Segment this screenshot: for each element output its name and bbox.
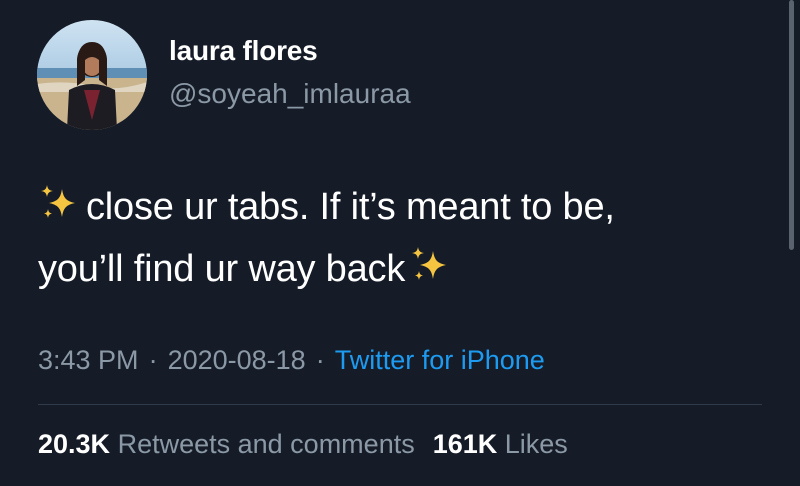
likes-label: Likes	[504, 429, 568, 459]
divider	[38, 404, 762, 405]
tweet-meta: 3:43 PM · 2020-08-18 · Twitter for iPhone	[38, 340, 545, 380]
avatar[interactable]	[37, 20, 147, 130]
sparkles-icon	[41, 185, 75, 218]
likes-count: 161K	[432, 429, 498, 459]
retweets-count: 20.3K	[38, 429, 111, 459]
tweet-text: close ur tabs. If it’s meant to be, you’…	[38, 176, 758, 300]
tweet-date[interactable]: 2020-08-18	[168, 345, 306, 375]
display-name[interactable]: laura flores	[169, 34, 411, 68]
scrollbar[interactable]	[789, 0, 794, 250]
tweet-line-2: you’ll find ur way back	[38, 238, 758, 300]
user-names: laura flores @soyeah_imlauraa	[169, 34, 411, 112]
tweet-line-2-text: you’ll find ur way back	[38, 248, 406, 290]
meta-separator: ·	[148, 345, 158, 375]
tweet-line-1: close ur tabs. If it’s meant to be,	[38, 176, 758, 238]
retweets-stat[interactable]: 20.3K Retweets and comments	[38, 429, 415, 459]
tweet-page: laura flores @soyeah_imlauraa close ur t…	[0, 0, 800, 486]
meta-separator: ·	[315, 345, 325, 375]
tweet-source-link[interactable]: Twitter for iPhone	[335, 345, 545, 375]
likes-stat[interactable]: 161K Likes	[433, 429, 568, 459]
tweet-stats: 20.3K Retweets and comments 161K Likes	[38, 424, 568, 464]
tweet-header: laura flores @soyeah_imlauraa	[37, 20, 411, 130]
tweet-time[interactable]: 3:43 PM	[38, 345, 139, 375]
retweets-label: Retweets and comments	[117, 429, 415, 459]
user-handle[interactable]: @soyeah_imlauraa	[169, 76, 411, 112]
tweet-line-1-text: close ur tabs. If it’s meant to be,	[86, 186, 615, 228]
sparkles-icon	[412, 247, 447, 280]
